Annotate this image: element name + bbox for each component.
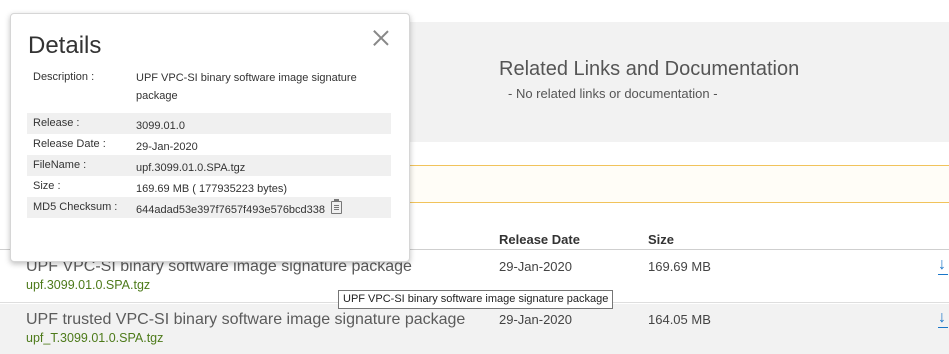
detail-row-size: Size : 169.69 MB ( 177935223 bytes) [27, 176, 391, 197]
copy-icon[interactable] [331, 199, 343, 214]
md5-checksum-value: 644adad53e397f7657f493e576bcd338 [136, 204, 326, 216]
file-name-link[interactable]: upf.3099.01.0.SPA.tgz [26, 278, 150, 292]
column-header-size[interactable]: Size [648, 232, 674, 247]
table-row[interactable]: UPF trusted VPC-SI binary software image… [0, 304, 949, 354]
release-date: 29-Jan-2020 [499, 312, 572, 327]
image-title: UPF trusted VPC-SI binary software image… [26, 311, 466, 328]
file-size: 164.05 MB [648, 312, 711, 327]
detail-label: FileName : [33, 159, 87, 171]
detail-row-description: Description : UPF VPC-SI binary software… [27, 67, 391, 113]
file-size: 169.69 MB [648, 259, 711, 274]
notice-bar [408, 165, 949, 203]
detail-value: upf.3099.01.0.SPA.tgz [136, 162, 246, 174]
detail-row-release-date: Release Date : 29-Jan-2020 [27, 134, 391, 155]
related-links-panel: Related Links and Documentation - No rel… [408, 22, 949, 142]
detail-row-release: Release : 3099.01.0 [27, 113, 391, 134]
file-name-link[interactable]: upf_T.3099.01.0.SPA.tgz [26, 331, 163, 345]
detail-value: UPF VPC-SI binary software image signatu… [136, 72, 357, 102]
detail-value: 3099.01.0 [136, 120, 185, 132]
release-date: 29-Jan-2020 [499, 259, 572, 274]
detail-label: MD5 Checksum : [33, 201, 118, 213]
related-links-title: Related Links and Documentation [499, 58, 800, 80]
detail-row-md5: MD5 Checksum : 644adad53e397f7657f493e57… [27, 197, 391, 218]
download-icon[interactable]: ↓ [936, 310, 949, 330]
details-title: Details [28, 32, 102, 59]
detail-value: 169.69 MB ( 177935223 bytes) [136, 183, 288, 195]
details-popup: Details Description : UPF VPC-SI binary … [10, 13, 410, 262]
title-tooltip: UPF VPC-SI binary software image signatu… [338, 290, 614, 309]
detail-label: Size : [33, 180, 61, 192]
detail-value: 29-Jan-2020 [136, 141, 198, 153]
close-icon[interactable] [371, 28, 391, 48]
detail-label: Release : [33, 117, 80, 129]
detail-label: Release Date : [33, 138, 106, 150]
details-table: Description : UPF VPC-SI binary software… [27, 67, 391, 218]
detail-row-filename: FileName : upf.3099.01.0.SPA.tgz [27, 155, 391, 176]
detail-label: Description : [33, 71, 95, 83]
column-header-release-date[interactable]: Release Date [499, 232, 580, 247]
related-links-empty-text: - No related links or documentation - [508, 86, 718, 101]
download-icon[interactable]: ↓ [936, 257, 949, 277]
